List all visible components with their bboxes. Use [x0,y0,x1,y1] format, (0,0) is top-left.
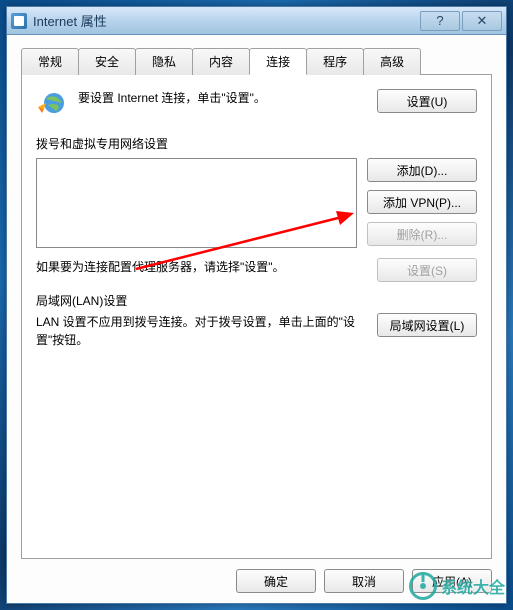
close-button[interactable]: ✕ [462,11,502,31]
watermark: 系统大全 [409,572,505,600]
proxy-text: 如果要为连接配置代理服务器，请选择"设置"。 [36,258,367,276]
titlebar: Internet 属性 ? ✕ [7,7,506,35]
dialog-window: Internet 属性 ? ✕ 常规 安全 隐私 内容 连接 程序 高级 [6,6,507,604]
tab-content[interactable]: 内容 [192,48,250,75]
remove-button: 删除(R)... [367,222,477,246]
tab-privacy[interactable]: 隐私 [135,48,193,75]
setup-text: 要设置 Internet 连接，单击"设置"。 [78,89,377,107]
add-button[interactable]: 添加(D)... [367,158,477,182]
lan-settings-button[interactable]: 局域网设置(L) [377,313,477,337]
setup-section: 要设置 Internet 连接，单击"设置"。 设置(U) [36,89,477,121]
dialup-side-buttons: 添加(D)... 添加 VPN(P)... 删除(R)... [367,158,477,248]
globe-wizard-icon [36,89,68,121]
app-icon [11,13,27,29]
tab-programs[interactable]: 程序 [306,48,364,75]
window-controls: ? ✕ [420,11,502,31]
tab-security[interactable]: 安全 [78,48,136,75]
watermark-logo-icon [409,572,437,600]
connections-listbox[interactable] [36,158,357,248]
tab-panel-connections: 要设置 Internet 连接，单击"设置"。 设置(U) 拨号和虚拟专用网络设… [21,75,492,559]
watermark-text: 系统大全 [441,574,505,598]
add-vpn-button[interactable]: 添加 VPN(P)... [367,190,477,214]
dialup-row: 添加(D)... 添加 VPN(P)... 删除(R)... [36,158,477,248]
tab-bar: 常规 安全 隐私 内容 连接 程序 高级 [21,47,492,75]
tab-general[interactable]: 常规 [21,48,79,75]
help-button[interactable]: ? [420,11,460,31]
proxy-row: 如果要为连接配置代理服务器，请选择"设置"。 设置(S) [36,258,477,282]
tab-connections[interactable]: 连接 [249,48,307,75]
content-area: 常规 安全 隐私 内容 连接 程序 高级 要设置 I [7,35,506,603]
lan-section: 局域网(LAN)设置 LAN 设置不应用到拨号连接。对于拨号设置，单击上面的"设… [36,292,477,349]
setup-button[interactable]: 设置(U) [377,89,477,113]
ok-button[interactable]: 确定 [236,569,316,593]
lan-row: LAN 设置不应用到拨号连接。对于拨号设置，单击上面的"设置"按钮。 局域网设置… [36,313,477,349]
tab-advanced[interactable]: 高级 [363,48,421,75]
lan-text: LAN 设置不应用到拨号连接。对于拨号设置，单击上面的"设置"按钮。 [36,313,367,349]
connection-settings-button: 设置(S) [377,258,477,282]
window-title: Internet 属性 [33,11,420,30]
dialup-title: 拨号和虚拟专用网络设置 [36,135,477,152]
lan-title: 局域网(LAN)设置 [36,292,477,309]
cancel-button[interactable]: 取消 [324,569,404,593]
